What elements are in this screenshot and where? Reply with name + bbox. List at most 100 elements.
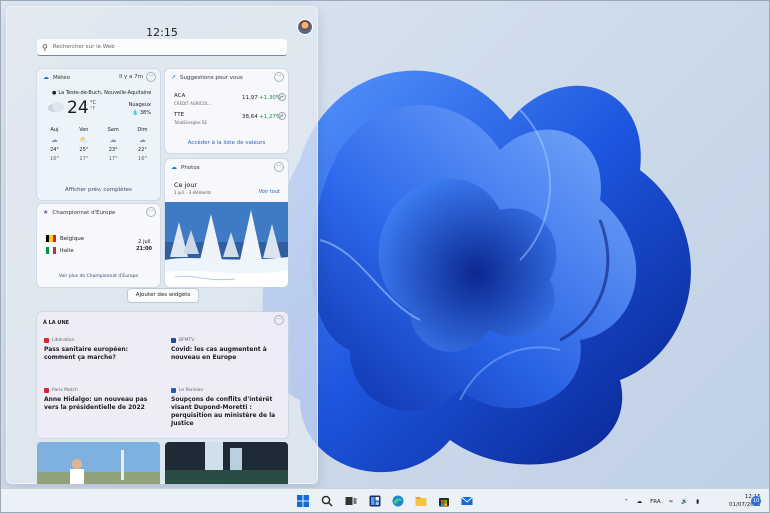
fahrenheit-toggle[interactable]: °F — [90, 106, 95, 112]
news-headline: Pass sanitaire européen: comment ça marc… — [44, 346, 129, 361]
store-icon[interactable] — [437, 494, 451, 508]
chevron-up-icon[interactable]: ⌃ — [624, 499, 629, 505]
news-source: Libération — [52, 337, 75, 343]
belgium-flag-icon — [46, 235, 56, 242]
add-stock-icon[interactable]: + — [278, 93, 286, 101]
weather-updated-age: Il y a 7m — [119, 74, 143, 80]
news-article[interactable]: Paris Match Anne Hidalgo: un nouveau pas… — [44, 386, 159, 412]
battery-icon[interactable]: ▮ — [696, 499, 699, 505]
news-article[interactable]: Libération Pass sanitaire européen: comm… — [44, 336, 159, 362]
search-icon[interactable] — [320, 494, 334, 508]
photos-see-all-link[interactable]: Voir tout — [259, 189, 280, 195]
forecast-high: 22° — [138, 147, 147, 153]
stocks-more-button[interactable]: ··· — [274, 72, 284, 82]
news-headline: Anne Hidalgo: un nouveau pas vers la pré… — [44, 396, 148, 411]
stocks-title: Suggestions pour vous — [180, 74, 243, 81]
forecast-low: 17° — [108, 156, 118, 162]
stocks-widget[interactable]: ↗ Suggestions pour vous ··· ACA CREDIT A… — [165, 69, 288, 153]
mail-icon[interactable] — [460, 494, 474, 508]
photos-heading: Ce jour — [174, 181, 198, 189]
weather-more-button[interactable]: ··· — [146, 72, 156, 82]
stock-symbol: TTE — [174, 112, 185, 118]
forecast-high: 23° — [108, 147, 118, 153]
stock-row[interactable]: TTE TotalEnergies SE 38,64 +1,27% + — [174, 112, 286, 130]
task-view-icon[interactable] — [344, 494, 358, 508]
photos-meta: 1 juil. · 3 éléments — [174, 190, 212, 195]
team-row: Italie — [46, 247, 74, 254]
edge-icon[interactable] — [391, 494, 405, 508]
publisher-logo-icon — [44, 387, 49, 393]
weather-title: Météo — [53, 74, 71, 81]
stocks-chart-icon: ↗ — [171, 74, 177, 81]
snow-forest-photo[interactable] — [165, 202, 288, 287]
add-widgets-button[interactable]: Ajouter des widgets — [128, 289, 198, 302]
partly-sunny-icon: ⛅ — [79, 136, 89, 144]
team-row: Belgique — [46, 235, 84, 242]
add-stock-icon[interactable]: + — [278, 112, 286, 120]
widgets-icon[interactable] — [368, 494, 382, 508]
match-date: 2 juil. — [138, 239, 152, 245]
forecast-high: 24° — [50, 147, 59, 153]
volume-icon[interactable]: 🔊 — [681, 499, 688, 505]
start-icon[interactable] — [296, 494, 310, 508]
photos-widget[interactable]: ☁ Photos ··· Ce jour 1 juil. · 3 élément… — [165, 159, 288, 287]
euro-championship-widget[interactable]: ★ Championnat d'Europe ··· Belgique Ital… — [37, 204, 160, 287]
wifi-icon[interactable]: ≈ — [669, 499, 674, 505]
match-time: 21:00 — [136, 246, 152, 252]
system-tray: ⌃ ☁ FRA ≈ 🔊 ▮ — [624, 489, 699, 513]
forecast-day[interactable]: Dim ☁ 22° 16° — [129, 126, 156, 180]
team-name: Belgique — [60, 235, 85, 242]
stock-name: TotalEnergies SE — [174, 120, 207, 125]
euro-title: Championnat d'Europe — [52, 209, 116, 216]
user-avatar[interactable] — [297, 19, 313, 35]
news-more-button[interactable]: ··· — [274, 315, 284, 325]
onedrive-cloud-icon[interactable]: ☁ — [637, 499, 643, 505]
photos-title: Photos — [181, 164, 200, 171]
forecast-day[interactable]: Ven ⛅ 25° 17° — [70, 126, 97, 180]
euro-more-link[interactable]: Voir plus de Championnat d'Europe — [37, 274, 160, 279]
weather-temperature: 24 — [67, 98, 89, 118]
widgets-board: 12:15 ⚲ Rechercher sur le Web ☁ Météo Il… — [6, 6, 318, 484]
forecast-day[interactable]: Auj ☁ 24° 16° — [41, 126, 68, 180]
weather-location: La Teste-de-Buch, Nouvelle-Aquitaine — [58, 90, 152, 96]
italy-flag-icon — [46, 247, 56, 254]
rain-cloud-icon: ☁ — [109, 136, 117, 144]
forecast-day-name: Auj — [50, 127, 59, 133]
news-thumbnail-waterfall[interactable] — [165, 442, 288, 484]
web-search-box[interactable]: ⚲ Rechercher sur le Web — [37, 39, 287, 56]
weather-widget[interactable]: ☁ Météo Il y a 7m ··· ● La Teste-de-Buch… — [37, 69, 160, 200]
notification-badge[interactable]: 10 — [751, 496, 761, 506]
forecast-day-name: Ven — [79, 127, 89, 133]
rain-cloud-icon: ☁ — [138, 136, 146, 144]
news-headline: Covid: les cas augmentent à nouveau en E… — [171, 346, 267, 361]
forecast-days: Auj ☁ 24° 16° Ven ⛅ 25° 17° Sam ☁ 23° 17… — [41, 126, 156, 180]
humidity-icon: 💧 — [132, 110, 139, 116]
weather-widget-icon: ☁ — [43, 74, 49, 81]
language-indicator[interactable]: FRA — [650, 499, 661, 505]
news-source: BFMTV — [179, 337, 195, 343]
watchlist-link[interactable]: Accéder à la liste de valeurs — [165, 140, 288, 146]
top-stories-widget: À LA UNE ··· Libération Pass sanitaire e… — [37, 312, 288, 438]
photos-cloud-icon: ☁ — [171, 164, 177, 171]
forecast-low: 17° — [79, 156, 89, 162]
forecast-high: 25° — [79, 147, 89, 153]
photos-more-button[interactable]: ··· — [274, 162, 284, 172]
stock-name: CREDIT AGRICOL... — [174, 101, 212, 106]
weather-humidity: 38% — [139, 110, 151, 116]
full-forecast-link[interactable]: Afficher prév. complètes — [37, 187, 160, 193]
forecast-day-name: Dim — [137, 127, 148, 133]
forecast-day-name: Sam — [107, 127, 119, 133]
file-explorer-icon[interactable] — [414, 494, 428, 508]
publisher-logo-icon — [171, 387, 176, 393]
euro-more-button[interactable]: ··· — [146, 207, 156, 217]
news-thumbnail-sports[interactable] — [37, 442, 160, 484]
forecast-day[interactable]: Sam ☁ 23° 17° — [100, 126, 127, 180]
stock-value: 38,64 — [242, 114, 258, 120]
news-article[interactable]: BFMTV Covid: les cas augmentent à nouvea… — [171, 336, 286, 362]
forecast-low: 16° — [138, 156, 147, 162]
forecast-low: 16° — [50, 156, 59, 162]
stock-symbol: ACA — [174, 93, 186, 99]
news-article[interactable]: Le Parisien Soupçons de conflits d'intér… — [171, 386, 286, 428]
stock-row[interactable]: ACA CREDIT AGRICOL... 11,97 +1,30% + — [174, 93, 286, 111]
publisher-logo-icon — [171, 337, 176, 343]
